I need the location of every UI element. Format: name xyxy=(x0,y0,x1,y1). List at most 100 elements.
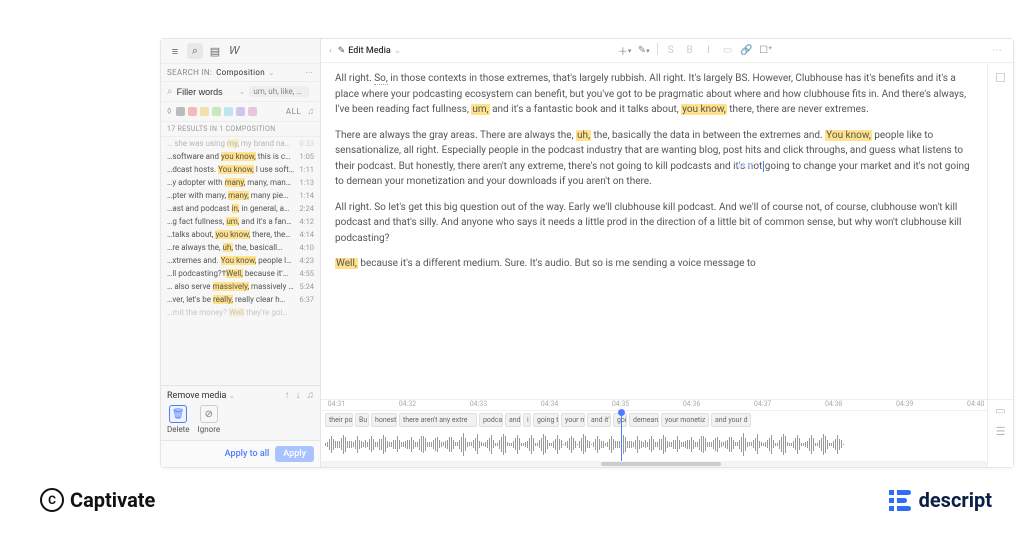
prev-arrow-icon[interactable]: ↑ xyxy=(285,390,290,401)
apply-to-all-link[interactable]: Apply to all xyxy=(225,449,270,459)
timeline-clip[interactable]: podca xyxy=(479,413,503,427)
clipboard-icon[interactable]: ▤ xyxy=(207,43,223,59)
comment-icon[interactable]: ☐ xyxy=(995,71,1006,85)
strike-icon[interactable]: S xyxy=(663,43,679,59)
result-row[interactable]: …pter with many, many, many pie…1:14 xyxy=(161,189,320,202)
color-all[interactable]: ALL xyxy=(286,107,301,116)
filler-highlight[interactable]: um, xyxy=(471,104,489,115)
timeline-clip[interactable]: demean xyxy=(629,413,659,427)
timeline-clip[interactable]: your monetiz xyxy=(661,413,709,427)
result-row[interactable]: …mit the money? Well they're goi… xyxy=(161,306,320,319)
back-icon[interactable]: ‹ xyxy=(329,46,332,56)
filter-input[interactable] xyxy=(177,87,235,97)
result-row[interactable]: …y adopter with many, many, man…1:13 xyxy=(161,176,320,189)
chevron-down-icon: ⌄ xyxy=(268,68,275,77)
color-swatch[interactable] xyxy=(224,107,233,116)
pencil-icon xyxy=(338,46,346,56)
ruler-mark: 04:35 xyxy=(612,400,629,408)
timeline-clip[interactable]: i xyxy=(523,413,531,427)
remove-option-ignore[interactable]: ⊘Ignore xyxy=(198,405,221,434)
color-swatch[interactable] xyxy=(236,107,245,116)
settings-icon[interactable]: ☰ xyxy=(996,425,1006,438)
menu-icon[interactable]: ≡ xyxy=(167,43,183,59)
transcript-doc[interactable]: All right. So, in those contexts in thos… xyxy=(321,63,987,399)
color-filter-row: ◊ ALL ♫ xyxy=(161,102,320,122)
filler-highlight[interactable]: You know, xyxy=(825,130,872,141)
remove-option-delete[interactable]: 🗑Delete xyxy=(167,405,190,434)
add-icon[interactable]: ＋▾ xyxy=(617,43,633,59)
result-row[interactable]: …dcast hosts. You know, I use soft…1:11 xyxy=(161,163,320,176)
color-swatch[interactable] xyxy=(212,107,221,116)
app-window: ≡ ▤ 𝑊 SEARCH IN: Composition ⌄ ⋯ ⌄ um, u… xyxy=(160,38,1014,468)
ruler-mark: 04:37 xyxy=(754,400,771,408)
result-row[interactable]: … she was using my, my brand na…0:33 xyxy=(161,137,320,150)
result-row[interactable]: …xtremes and. You know, people l…4:23 xyxy=(161,254,320,267)
timeline-clip[interactable]: their po xyxy=(325,413,353,427)
ruler-mark: 04:33 xyxy=(470,400,487,408)
more-icon[interactable]: ⋯ xyxy=(305,68,314,77)
ruler-mark: 04:32 xyxy=(399,400,416,408)
collapse-icon[interactable]: ▭ xyxy=(995,404,1005,417)
color-swatch[interactable] xyxy=(200,107,209,116)
timeline-clip[interactable]: your m xyxy=(561,413,585,427)
timeline-ruler[interactable]: 04:3104:3204:3304:3404:3504:3604:3704:38… xyxy=(321,400,987,411)
italic-icon[interactable]: I xyxy=(701,43,717,59)
filler-highlight[interactable]: uh, xyxy=(576,130,591,141)
search-in-value: Composition xyxy=(216,68,265,77)
results-list[interactable]: … she was using my, my brand na…0:33…sof… xyxy=(161,137,320,385)
next-arrow-icon[interactable]: ↓ xyxy=(296,390,301,401)
ruler-mark: 04:36 xyxy=(683,400,700,408)
search-panel: ≡ ▤ 𝑊 SEARCH IN: Composition ⌄ ⋯ ⌄ um, u… xyxy=(161,39,321,467)
result-row[interactable]: …re always the, uh, the, basicall…4:10 xyxy=(161,241,320,254)
library-icon[interactable]: 𝑊 xyxy=(227,43,243,59)
timeline-clip[interactable]: honest xyxy=(371,413,397,427)
chevron-down-icon[interactable]: ⌄ xyxy=(394,46,402,56)
ruler-mark: 04:38 xyxy=(825,400,842,408)
ruler-mark: 04:31 xyxy=(328,400,345,408)
headphones-icon[interactable]: ♫ xyxy=(307,390,315,401)
highlighter-icon[interactable]: ✎▾ xyxy=(636,43,652,59)
descript-logo: descript xyxy=(889,488,992,512)
headphones-icon[interactable]: ♫ xyxy=(307,106,314,117)
timeline: 04:3104:3204:3304:3404:3504:3604:3704:38… xyxy=(321,399,1013,467)
timeline-clip[interactable]: going t xyxy=(533,413,559,427)
timeline-clip[interactable]: and your d xyxy=(711,413,751,427)
result-row[interactable]: …talks about, you know, there, the…4:14 xyxy=(161,228,320,241)
filler-highlight[interactable]: you know, xyxy=(681,104,727,115)
result-row[interactable]: … also serve massively, massively …5:24 xyxy=(161,280,320,293)
chevron-down-icon[interactable]: ⌄ xyxy=(228,391,235,400)
bold-icon[interactable]: B xyxy=(682,43,698,59)
link-icon[interactable]: 🔗 xyxy=(739,43,755,59)
timeline-track[interactable]: their poBuhonestthere aren't any extrepo… xyxy=(321,411,987,461)
editor-right-rail: ☐ xyxy=(987,63,1013,399)
search-scope[interactable]: SEARCH IN: Composition ⌄ ⋯ xyxy=(161,64,320,82)
apply-button[interactable]: Apply xyxy=(275,446,314,462)
result-count: 17 RESULTS IN 1 COMPOSITION xyxy=(161,122,320,137)
scrollbar-thumb[interactable] xyxy=(601,462,721,466)
timeline-clip[interactable]: and it' xyxy=(587,413,611,427)
color-swatch[interactable] xyxy=(176,107,185,116)
result-row[interactable]: …software and you know, this is c…1:05 xyxy=(161,150,320,163)
playhead[interactable] xyxy=(621,411,622,461)
editor-panel: ‹ Edit Media ⌄ ＋▾ ✎▾ S B I ▭ 🔗 ☐⁺ ⋯ xyxy=(321,39,1013,467)
comment-icon[interactable]: ☐⁺ xyxy=(758,43,774,59)
search-icon[interactable] xyxy=(187,43,203,59)
highlighter-icon[interactable]: ◊ xyxy=(167,107,172,117)
remove-media-panel: Remove media ⌄ ↑ ↓ ♫ 🗑Delete⊘Ignore xyxy=(161,385,320,440)
filler-highlight[interactable]: Well, xyxy=(335,258,358,269)
timeline-clip[interactable]: and xyxy=(505,413,521,427)
timeline-clip[interactable]: Bu xyxy=(355,413,369,427)
filter-chip[interactable]: um, uh, like, you know... xyxy=(249,86,309,97)
result-row[interactable]: …ver, let's be really, really clear h…6:… xyxy=(161,293,320,306)
color-icon[interactable]: ▭ xyxy=(720,43,736,59)
waveform[interactable] xyxy=(325,429,983,459)
color-swatch[interactable] xyxy=(248,107,257,116)
timeline-scrollbar[interactable] xyxy=(321,461,987,467)
color-swatch[interactable] xyxy=(188,107,197,116)
result-row[interactable]: …g fact fullness, um, and it's a fan…4:1… xyxy=(161,215,320,228)
chevron-down-icon[interactable]: ⌄ xyxy=(239,87,246,96)
result-row[interactable]: …ll podcasting?†Well, because it'…4:55 xyxy=(161,267,320,280)
timeline-clip[interactable]: there aren't any extre xyxy=(399,413,477,427)
result-row[interactable]: …ast and podcast in, in general, a…2:24 xyxy=(161,202,320,215)
more-icon[interactable]: ⋯ xyxy=(989,43,1005,59)
